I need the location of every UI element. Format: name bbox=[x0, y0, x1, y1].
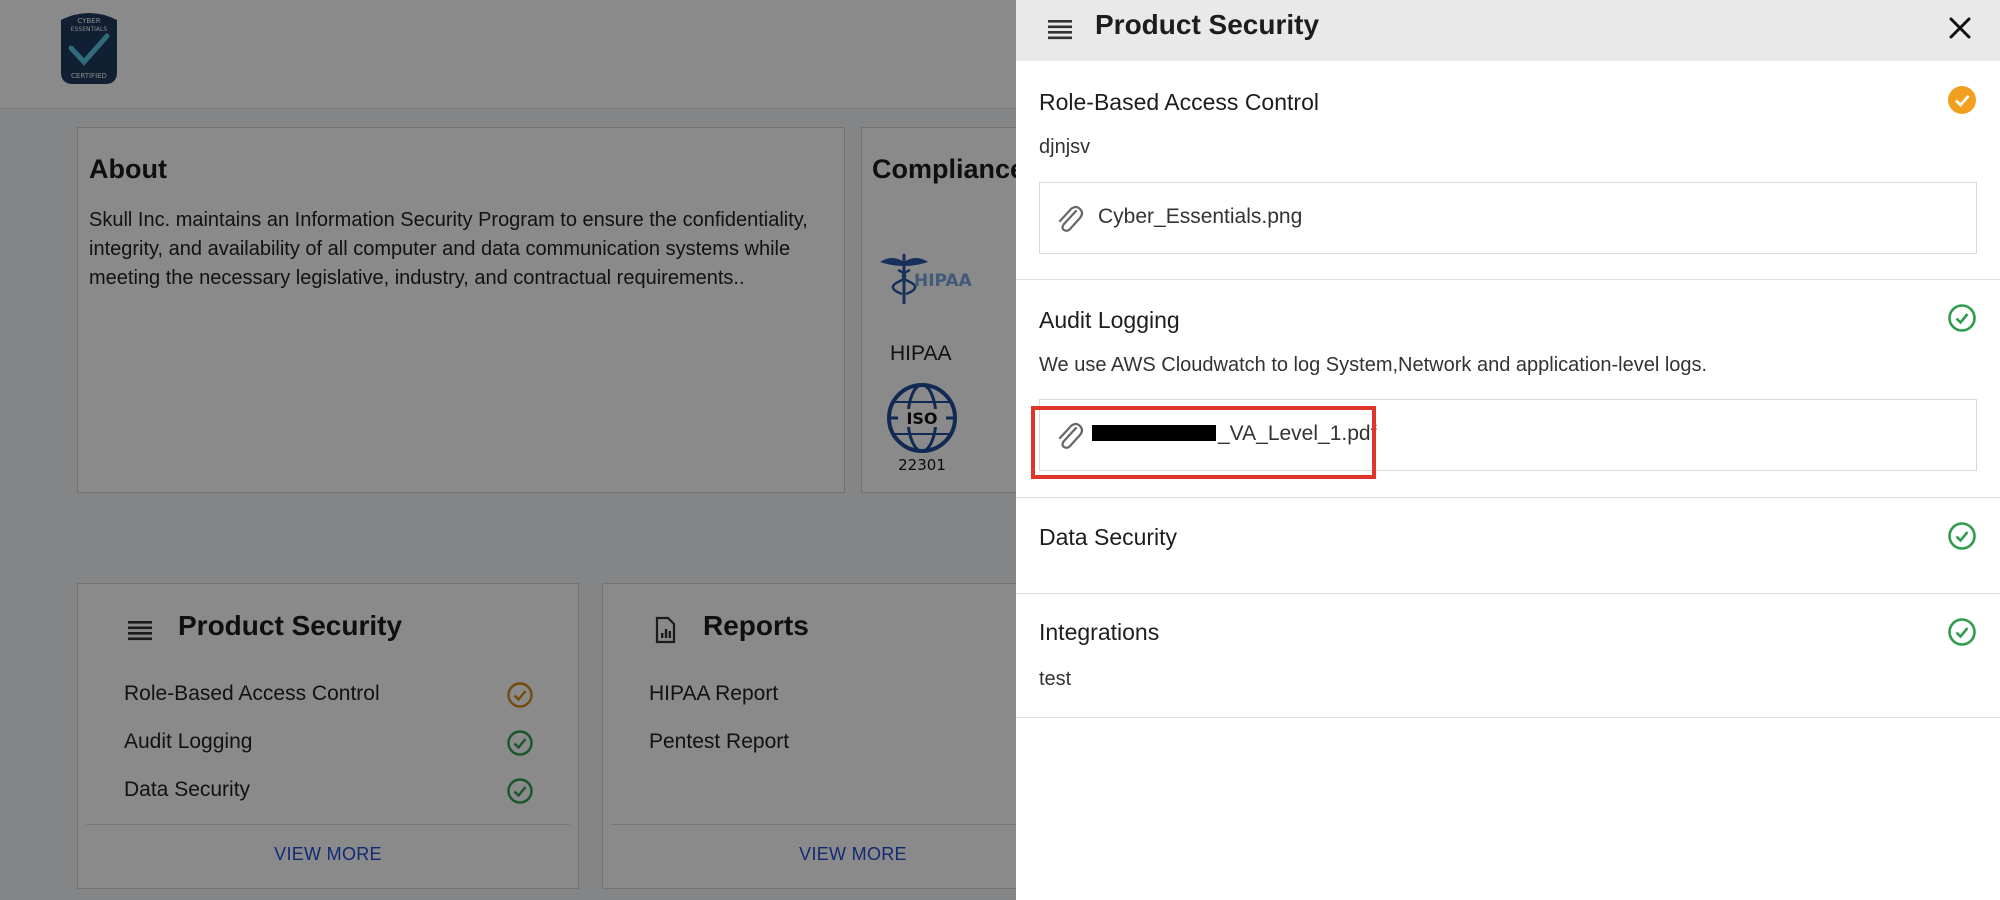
section-role-based-access-control: Role-Based Access Control djnjsv Cyber_E… bbox=[1016, 61, 2000, 280]
section-title: Role-Based Access Control bbox=[1039, 89, 1319, 115]
list-icon bbox=[1048, 20, 1072, 40]
section-title: Audit Logging bbox=[1039, 307, 1180, 333]
check-circle-icon bbox=[1948, 304, 1976, 332]
drawer-header: Product Security bbox=[1016, 0, 2000, 61]
section-description: djnjsv bbox=[1039, 136, 1091, 158]
section-data-security: Data Security bbox=[1016, 498, 2000, 594]
drawer-title: Product Security bbox=[1095, 9, 1320, 40]
section-description: test bbox=[1039, 668, 1072, 690]
section-title: Integrations bbox=[1039, 619, 1160, 645]
section-integrations: Integrations test bbox=[1016, 594, 2000, 718]
check-circle-icon bbox=[1948, 618, 1976, 646]
pending-check-icon bbox=[1948, 86, 1976, 114]
section-title: Data Security bbox=[1039, 524, 1178, 550]
modal-backdrop[interactable] bbox=[0, 0, 1016, 900]
annotation-highlight-box bbox=[1031, 406, 1376, 479]
attachment-item[interactable]: Cyber_Essentials.png bbox=[1039, 182, 1977, 254]
paperclip-icon bbox=[1058, 205, 1084, 232]
check-circle-icon bbox=[1948, 522, 1976, 550]
close-icon[interactable] bbox=[1943, 11, 1977, 45]
attachment-filename: Cyber_Essentials.png bbox=[1098, 205, 1303, 228]
section-description: We use AWS Cloudwatch to log System,Netw… bbox=[1039, 354, 1708, 376]
